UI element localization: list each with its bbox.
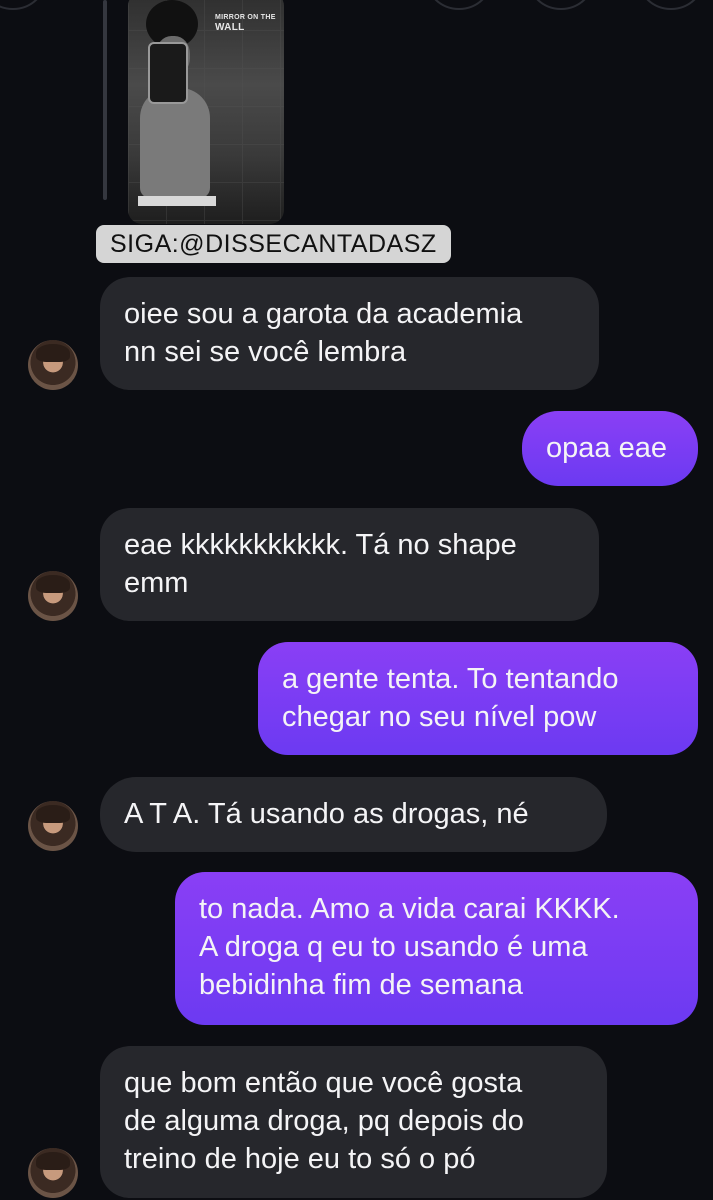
message-line: treino de hoje eu to só o pó	[124, 1143, 476, 1175]
incoming-message[interactable]: que bom então que você gosta de alguma d…	[100, 1046, 607, 1198]
story-reply-connector	[103, 0, 107, 200]
message-line: A T A. Tá usando as drogas, né	[124, 798, 529, 830]
outgoing-message[interactable]: to nada. Amo a vida carai KKKK. A droga …	[175, 872, 698, 1025]
message-line: A droga q eu to usando é uma	[199, 931, 588, 963]
story-mention-tag: SIGA:@DISSECANTADASZ	[96, 225, 451, 263]
message-line: oiee sou a garota da academia	[124, 298, 523, 330]
outgoing-message[interactable]: a gente tenta. To tentando chegar no seu…	[258, 642, 698, 755]
avatar[interactable]	[28, 340, 78, 390]
message-line: bebidinha fim de semana	[199, 969, 524, 1001]
header-button[interactable]	[526, 0, 596, 10]
avatar[interactable]	[28, 571, 78, 621]
header-button[interactable]	[0, 0, 48, 10]
header-button[interactable]	[424, 0, 494, 10]
message-line: emm	[124, 567, 189, 599]
story-figure	[140, 88, 210, 198]
incoming-message[interactable]: A T A. Tá usando as drogas, né	[100, 777, 607, 852]
message-line: opaa eae	[546, 432, 667, 464]
message-line: eae kkkkkkkkkkk. Tá no shape	[124, 529, 517, 561]
message-line: de alguma droga, pq depois do	[124, 1105, 524, 1137]
message-line: a gente tenta. To tentando	[282, 663, 619, 695]
message-line: que bom então que você gosta	[124, 1067, 523, 1099]
message-line: chegar no seu nível pow	[282, 701, 597, 733]
outgoing-message[interactable]: opaa eae	[522, 411, 698, 486]
story-figure-waist	[138, 196, 216, 206]
phone-icon	[148, 42, 188, 104]
avatar[interactable]	[28, 801, 78, 851]
story-caption: MIRROR ON THE WALL	[215, 14, 276, 33]
story-caption-top: MIRROR ON THE	[215, 14, 276, 21]
story-caption-bottom: WALL	[215, 21, 245, 33]
avatar[interactable]	[28, 1148, 78, 1198]
message-line: to nada. Amo a vida carai KKKK.	[199, 893, 620, 925]
message-line: nn sei se você lembra	[124, 336, 407, 368]
incoming-message[interactable]: eae kkkkkkkkkkk. Tá no shape emm	[100, 508, 599, 621]
story-preview[interactable]: MIRROR ON THE WALL	[128, 0, 284, 224]
header-button[interactable]	[636, 0, 706, 10]
incoming-message[interactable]: oiee sou a garota da academia nn sei se …	[100, 277, 599, 390]
